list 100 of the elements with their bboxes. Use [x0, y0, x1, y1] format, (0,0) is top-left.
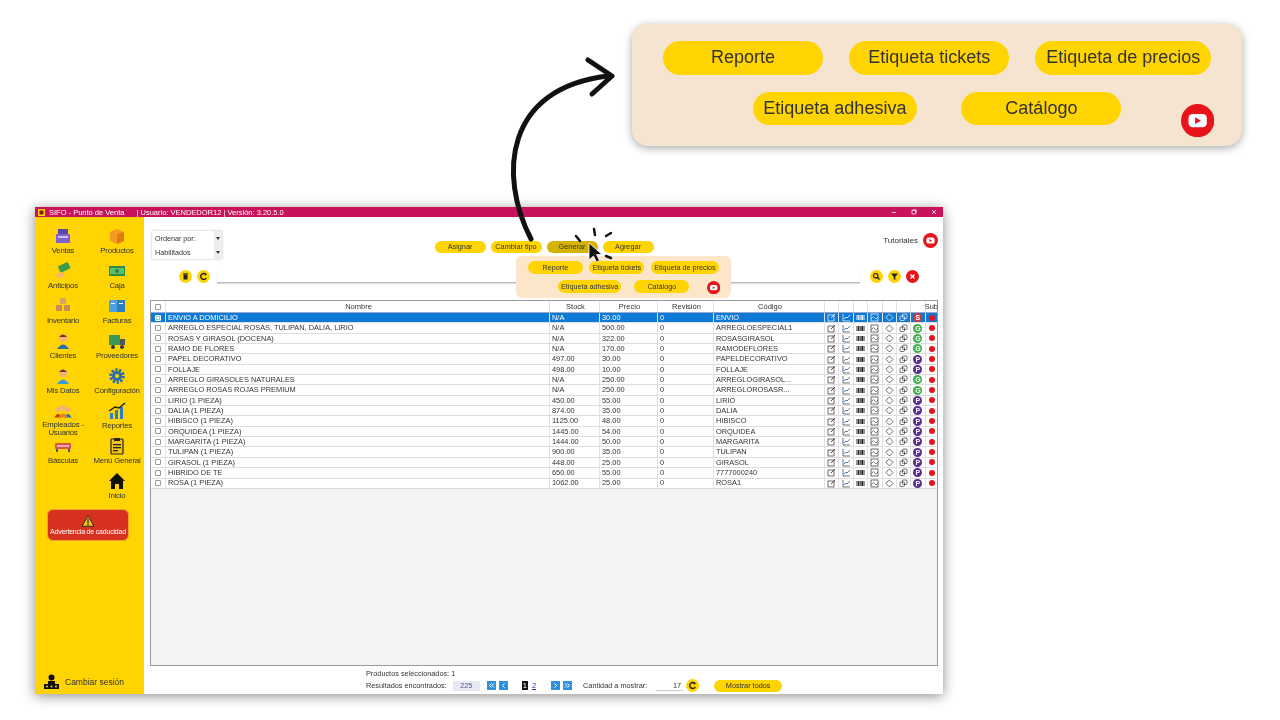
- line-chart-icon[interactable]: [841, 406, 851, 416]
- barcode-icon[interactable]: [855, 406, 865, 416]
- edit-icon[interactable]: [827, 375, 837, 385]
- barcode-icon[interactable]: [855, 395, 865, 405]
- search-icon[interactable]: [870, 270, 883, 283]
- line-chart-icon[interactable]: [841, 416, 851, 426]
- barcode-icon[interactable]: [855, 426, 865, 436]
- copy-icon[interactable]: [899, 406, 909, 416]
- checkbox[interactable]: [155, 335, 161, 342]
- image-icon[interactable]: [870, 385, 880, 395]
- video-play-icon[interactable]: [1180, 103, 1215, 137]
- edit-icon[interactable]: [827, 354, 837, 364]
- line-chart-icon[interactable]: [841, 426, 851, 436]
- edit-icon[interactable]: [827, 313, 837, 323]
- barcode-icon[interactable]: [855, 447, 865, 457]
- line-chart-icon[interactable]: [841, 323, 851, 333]
- checkbox[interactable]: [155, 418, 161, 425]
- copy-icon[interactable]: [899, 468, 909, 478]
- line-chart-icon[interactable]: [841, 354, 851, 364]
- copy-icon[interactable]: [899, 323, 909, 333]
- barcode-icon[interactable]: [855, 323, 865, 333]
- checkbox[interactable]: [155, 438, 161, 445]
- edit-icon[interactable]: [827, 364, 837, 374]
- first-page-icon[interactable]: [486, 681, 496, 691]
- edit-icon[interactable]: [827, 333, 837, 343]
- barcode-icon[interactable]: [855, 364, 865, 374]
- line-chart-icon[interactable]: [841, 437, 851, 447]
- line-chart-icon[interactable]: [841, 333, 851, 343]
- copy-icon[interactable]: [899, 458, 909, 467]
- barcode-icon[interactable]: [855, 385, 865, 395]
- edit-icon[interactable]: [827, 447, 837, 457]
- copy-icon[interactable]: [899, 437, 909, 447]
- edit-icon[interactable]: [827, 416, 837, 426]
- image-icon[interactable]: [870, 437, 880, 447]
- checkbox[interactable]: [155, 449, 161, 456]
- edit-icon[interactable]: [827, 458, 837, 467]
- checkbox[interactable]: [155, 345, 161, 352]
- filter-icon[interactable]: [888, 270, 901, 283]
- image-icon[interactable]: [870, 468, 880, 478]
- barcode-icon[interactable]: [855, 333, 865, 343]
- copy-icon[interactable]: [899, 344, 909, 354]
- menu-button[interactable]: Catálogo: [961, 91, 1122, 126]
- checkbox[interactable]: [155, 428, 161, 435]
- video-play-icon[interactable]: [923, 233, 938, 248]
- line-chart-icon[interactable]: [841, 478, 851, 488]
- image-icon[interactable]: [870, 344, 880, 354]
- edit-icon[interactable]: [827, 323, 837, 333]
- image-icon[interactable]: [870, 458, 880, 467]
- barcode-icon[interactable]: [855, 344, 865, 354]
- copy-icon[interactable]: [899, 395, 909, 405]
- copy-icon[interactable]: [899, 416, 909, 426]
- menu-button[interactable]: Etiqueta tickets: [849, 41, 1010, 75]
- next-page-icon[interactable]: [551, 681, 561, 691]
- edit-icon[interactable]: [827, 437, 837, 447]
- checkbox[interactable]: [155, 407, 161, 414]
- image-icon[interactable]: [870, 323, 880, 333]
- line-chart-icon[interactable]: [841, 344, 851, 354]
- edit-icon[interactable]: [827, 344, 837, 354]
- edit-icon[interactable]: [827, 395, 837, 405]
- checkbox[interactable]: [155, 469, 161, 476]
- checkbox[interactable]: [155, 356, 161, 363]
- menu-button[interactable]: Etiqueta de precios: [1035, 41, 1212, 75]
- image-icon[interactable]: [870, 354, 880, 364]
- checkbox[interactable]: [155, 325, 161, 331]
- image-icon[interactable]: [870, 375, 880, 385]
- refresh-icon[interactable]: [197, 270, 210, 283]
- line-chart-icon[interactable]: [841, 468, 851, 478]
- barcode-icon[interactable]: [855, 437, 865, 447]
- copy-icon[interactable]: [899, 333, 909, 343]
- last-page-icon[interactable]: [563, 681, 573, 691]
- image-icon[interactable]: [870, 426, 880, 436]
- copy-icon[interactable]: [899, 426, 909, 436]
- edit-icon[interactable]: [827, 426, 837, 436]
- checkbox[interactable]: [155, 387, 161, 394]
- checkbox[interactable]: [155, 366, 161, 373]
- image-icon[interactable]: [870, 416, 880, 426]
- copy-icon[interactable]: [899, 385, 909, 395]
- edit-icon[interactable]: [827, 478, 837, 488]
- edit-icon[interactable]: [827, 385, 837, 395]
- barcode-icon[interactable]: [855, 416, 865, 426]
- image-icon[interactable]: [870, 406, 880, 416]
- refresh-icon[interactable]: [686, 679, 700, 693]
- checkbox[interactable]: [155, 459, 161, 466]
- line-chart-icon[interactable]: [841, 458, 851, 467]
- line-chart-icon[interactable]: [841, 364, 851, 374]
- copy-icon[interactable]: [899, 478, 909, 488]
- edit-icon[interactable]: [827, 468, 837, 478]
- line-chart-icon[interactable]: [841, 395, 851, 405]
- previous-page-icon[interactable]: [498, 681, 508, 691]
- image-icon[interactable]: [870, 447, 880, 457]
- close-icon[interactable]: [931, 209, 937, 215]
- minimize-icon[interactable]: [891, 209, 897, 215]
- menu-button[interactable]: Etiqueta adhesiva: [752, 91, 918, 126]
- barcode-icon[interactable]: [855, 478, 865, 488]
- barcode-icon[interactable]: [855, 375, 865, 385]
- checkbox[interactable]: [155, 376, 161, 383]
- copy-icon[interactable]: [899, 313, 909, 323]
- barcode-icon[interactable]: [855, 354, 865, 364]
- change-session-button[interactable]: Cambiar sesión: [44, 674, 144, 689]
- copy-icon[interactable]: [899, 354, 909, 364]
